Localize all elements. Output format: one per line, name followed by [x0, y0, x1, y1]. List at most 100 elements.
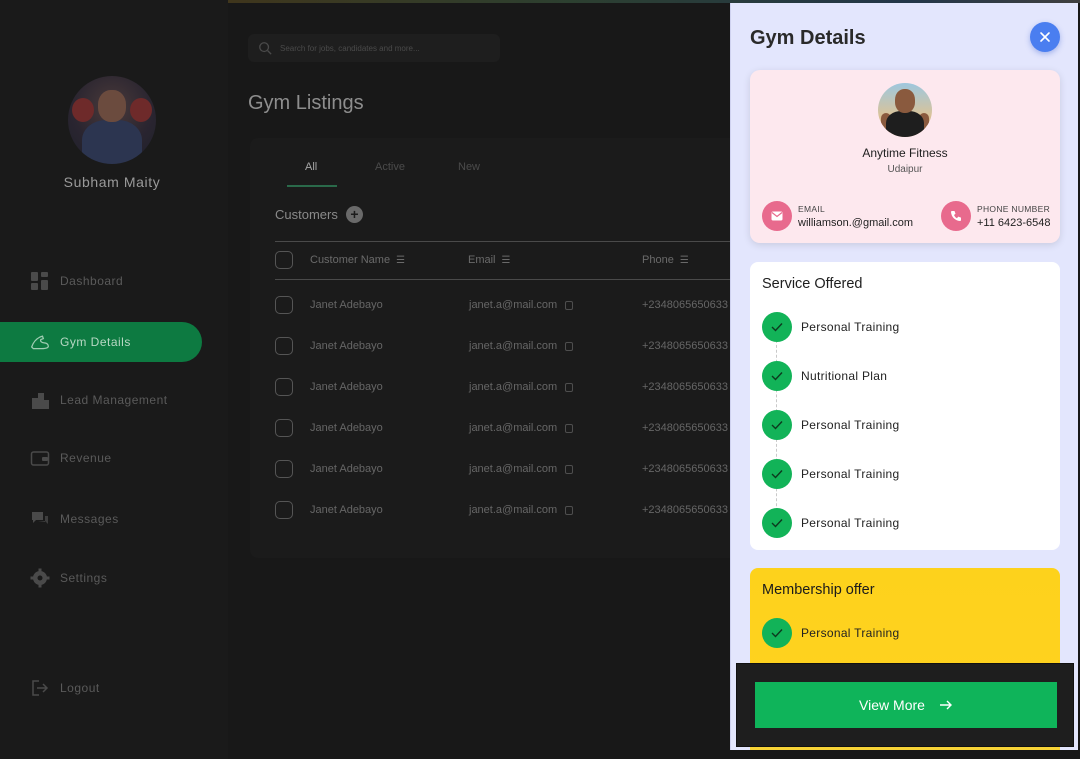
select-all-checkbox[interactable] [275, 251, 293, 269]
cell-email-text: janet.a@mail.com [469, 463, 558, 475]
cell-email: janet.a@mail.com [469, 381, 574, 393]
sidebar-item-revenue[interactable]: Revenue [0, 438, 202, 478]
phone-label: PHONE NUMBER [977, 204, 1051, 214]
sidebar-item-lead-management[interactable]: Lead Management [0, 380, 202, 420]
cell-phone: +2348065650633 [642, 504, 728, 516]
copy-icon[interactable] [565, 464, 574, 474]
wallet-icon [30, 451, 50, 466]
copy-icon[interactable] [565, 341, 574, 351]
column-header-label: Phone [642, 254, 674, 266]
gym-city: Udaipur [887, 164, 923, 175]
divider [275, 279, 735, 280]
cell-email-text: janet.a@mail.com [469, 340, 558, 352]
tab-all[interactable]: All [305, 161, 317, 173]
cell-phone: +2348065650633 [642, 299, 728, 311]
email-label: EMAIL [798, 204, 826, 214]
divider [275, 241, 735, 242]
drawer-footer: View More [736, 663, 1074, 747]
sidebar-item-logout[interactable]: Logout [0, 668, 202, 708]
user-avatar[interactable] [68, 76, 156, 164]
cell-phone: +2348065650633 [642, 463, 728, 475]
chat-icon [32, 512, 48, 524]
cell-email: janet.a@mail.com [469, 340, 574, 352]
close-icon [1040, 32, 1050, 42]
muscle-icon [30, 335, 49, 350]
sidebar-item-label: Revenue [60, 451, 112, 465]
view-more-label: View More [859, 697, 925, 713]
sidebar-item-messages[interactable]: Messages [0, 499, 202, 539]
add-customer-button[interactable]: + [346, 206, 363, 223]
cell-email: janet.a@mail.com [469, 504, 574, 516]
cell-phone: +2348065650633 [642, 422, 728, 434]
service-item: Personal Training [762, 459, 900, 489]
sidebar-item-label: Settings [60, 571, 108, 585]
phone-value[interactable]: +11 6423-6548 [977, 217, 1051, 229]
gym-profile-card: Anytime Fitness Udaipur EMAIL williamson… [750, 70, 1060, 243]
filter-icon[interactable]: ☰ [396, 255, 405, 266]
membership-item: Personal Training [762, 618, 900, 648]
row-checkbox[interactable] [275, 378, 293, 396]
sidebar-item-gym-details[interactable]: Gym Details [0, 322, 202, 362]
column-header-phone[interactable]: Phone ☰ [642, 254, 689, 266]
arrow-right-icon [939, 700, 952, 710]
tab-active[interactable]: Active [375, 161, 405, 173]
cell-phone: +2348065650633 [642, 381, 728, 393]
copy-icon[interactable] [565, 382, 574, 392]
copy-icon[interactable] [565, 505, 574, 515]
copy-icon[interactable] [565, 300, 574, 310]
sidebar-item-label: Logout [60, 681, 100, 695]
dashboard-icon [31, 272, 48, 290]
email-value[interactable]: williamson.@gmail.com [798, 217, 913, 229]
service-label: Personal Training [801, 320, 900, 334]
sidebar-item-dashboard[interactable]: Dashboard [0, 261, 202, 301]
membership-label: Personal Training [801, 626, 900, 640]
cell-email: janet.a@mail.com [469, 299, 574, 311]
copy-icon[interactable] [565, 423, 574, 433]
service-item: Personal Training [762, 312, 900, 342]
membership-heading: Membership offer [762, 582, 875, 598]
close-button[interactable] [1030, 22, 1060, 52]
cell-customer-name: Janet Adebayo [310, 504, 383, 516]
sidebar-item-label: Gym Details [60, 335, 131, 349]
sidebar-item-label: Messages [60, 512, 119, 526]
check-icon [762, 312, 792, 342]
email-icon [762, 201, 792, 231]
logout-icon [32, 680, 49, 696]
cell-email-text: janet.a@mail.com [469, 504, 558, 516]
cell-email: janet.a@mail.com [469, 463, 574, 475]
active-tab-indicator [287, 185, 337, 187]
cell-customer-name: Janet Adebayo [310, 299, 383, 311]
filter-icon[interactable]: ☰ [502, 255, 511, 266]
tab-new[interactable]: New [458, 161, 480, 173]
customers-title: Customers [275, 207, 338, 222]
search-input[interactable]: Search for jobs, candidates and more... [280, 44, 420, 53]
phone-icon [941, 201, 971, 231]
service-label: Nutritional Plan [801, 369, 888, 383]
search-bar[interactable]: Search for jobs, candidates and more... [248, 34, 500, 62]
row-checkbox[interactable] [275, 419, 293, 437]
row-checkbox[interactable] [275, 501, 293, 519]
cell-customer-name: Janet Adebayo [310, 340, 383, 352]
view-more-button[interactable]: View More [755, 682, 1057, 728]
sidebar-item-label: Dashboard [60, 274, 124, 288]
check-icon [762, 459, 792, 489]
sidebar-item-settings[interactable]: Settings [0, 558, 202, 598]
column-header-email[interactable]: Email ☰ [468, 254, 511, 266]
check-icon [762, 410, 792, 440]
check-icon [762, 508, 792, 538]
user-name: Subham Maity [63, 174, 161, 190]
column-header-customer-name[interactable]: Customer Name ☰ [310, 254, 405, 266]
column-header-label: Customer Name [310, 254, 391, 266]
gym-name: Anytime Fitness [862, 146, 948, 160]
sidebar: Subham Maity Dashboard Gym Details Lead … [0, 0, 228, 759]
row-checkbox[interactable] [275, 296, 293, 314]
service-label: Personal Training [801, 516, 900, 530]
filter-icon[interactable]: ☰ [680, 255, 689, 266]
cell-email: janet.a@mail.com [469, 422, 574, 434]
cell-phone: +2348065650633 [642, 340, 728, 352]
cell-email-text: janet.a@mail.com [469, 422, 558, 434]
cell-email-text: janet.a@mail.com [469, 299, 558, 311]
row-checkbox[interactable] [275, 460, 293, 478]
row-checkbox[interactable] [275, 337, 293, 355]
gym-avatar [878, 83, 932, 137]
